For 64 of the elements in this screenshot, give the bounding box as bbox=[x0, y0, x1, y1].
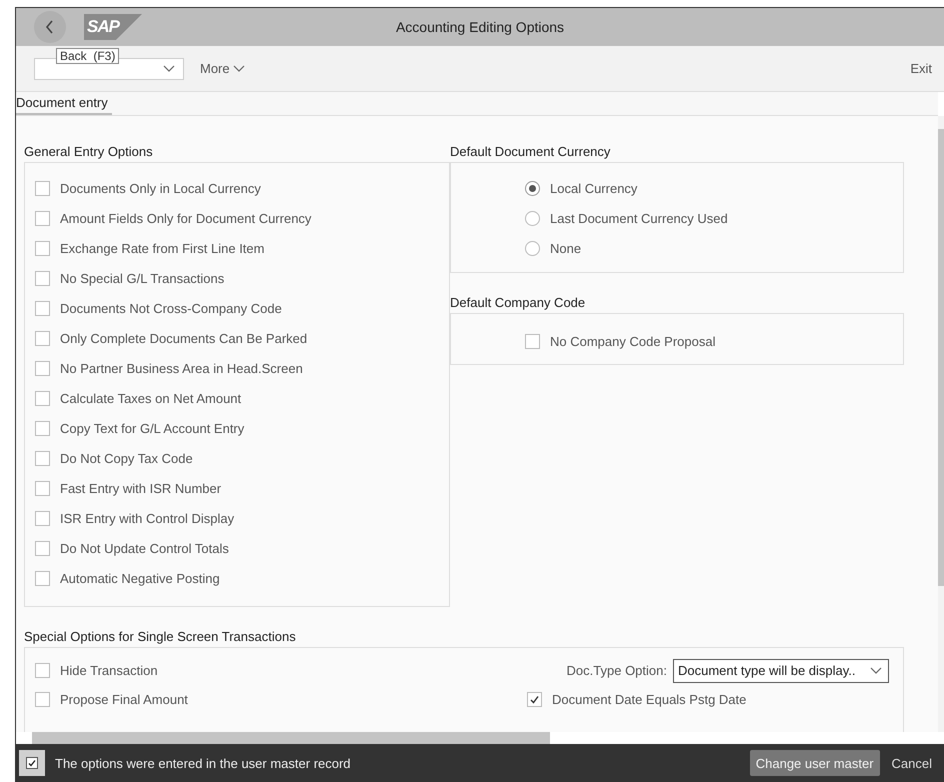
logo: SAP bbox=[84, 14, 142, 40]
section-title: General Entry Options bbox=[24, 143, 154, 161]
checkbox[interactable] bbox=[35, 390, 50, 406]
checkbox[interactable] bbox=[35, 360, 50, 376]
change-user-master-button[interactable]: Change user master bbox=[750, 750, 880, 776]
checkbox[interactable] bbox=[525, 334, 540, 348]
exit-button[interactable]: Exit bbox=[910, 61, 932, 76]
checkbox-label: No Partner Business Area in Head.Screen bbox=[60, 360, 303, 376]
field-label: Doc.Type Option: bbox=[566, 663, 667, 678]
checkbox[interactable] bbox=[35, 420, 50, 436]
checkbox[interactable] bbox=[35, 450, 50, 466]
checkbox[interactable] bbox=[35, 330, 50, 346]
chevron-down-icon bbox=[870, 666, 882, 674]
checkbox-label: Fast Entry with ISR Number bbox=[60, 480, 222, 496]
radio-label: None bbox=[550, 240, 582, 256]
checkbox[interactable] bbox=[35, 300, 50, 316]
checkbox[interactable] bbox=[35, 480, 50, 496]
checkbox[interactable] bbox=[527, 692, 542, 707]
checkbox-label: ISR Entry with Control Display bbox=[60, 510, 234, 526]
checkbox-label: Do Not Copy Tax Code bbox=[60, 450, 193, 466]
vertical-scrollbar[interactable] bbox=[938, 116, 944, 732]
checkbox[interactable] bbox=[35, 270, 50, 286]
chevron-down-icon bbox=[163, 64, 175, 72]
checkbox-label: Calculate Taxes on Net Amount bbox=[60, 390, 242, 406]
radio-label: Last Document Currency Used bbox=[550, 210, 728, 226]
checkbox-label: Exchange Rate from First Line Item bbox=[60, 240, 264, 256]
window-title: Accounting Editing Options bbox=[396, 19, 564, 35]
radio-button[interactable] bbox=[525, 180, 540, 196]
more-menu[interactable]: More bbox=[200, 61, 245, 76]
checkbox-label: Automatic Negative Posting bbox=[60, 570, 220, 586]
checkbox-label: Do Not Update Control Totals bbox=[60, 540, 229, 556]
checkbox[interactable] bbox=[35, 240, 50, 256]
checkbox-label: Documents Only in Local Currency bbox=[60, 180, 261, 196]
checkbox[interactable] bbox=[35, 570, 50, 586]
radio-button[interactable] bbox=[525, 240, 540, 256]
back-icon bbox=[45, 20, 55, 34]
section-title: Default Document Currency bbox=[450, 143, 612, 161]
checkbox-label: Amount Fields Only for Document Currency bbox=[60, 210, 312, 226]
section-title: Default Company Code bbox=[450, 294, 586, 312]
checkbox[interactable] bbox=[35, 663, 50, 678]
checkbox-label: Copy Text for G/L Account Entry bbox=[60, 420, 244, 436]
section-title: Special Options for Single Screen Transactions bbox=[24, 628, 297, 646]
back-button[interactable] bbox=[34, 11, 66, 43]
checkbox-label: No Special G/L Transactions bbox=[60, 270, 224, 286]
doc-type-dropdown[interactable]: Document type will be display.. bbox=[673, 658, 889, 682]
checkbox-label: No Company Code Proposal bbox=[550, 334, 716, 348]
checkbox[interactable] bbox=[35, 510, 50, 526]
checkbox-label: Only Complete Documents Can Be Parked bbox=[60, 330, 308, 346]
checkbox[interactable] bbox=[35, 692, 50, 707]
cancel-button[interactable]: Cancel bbox=[886, 750, 938, 776]
status-message: The options were entered in the user master record bbox=[55, 756, 351, 770]
checkbox-label: Documents Not Cross-Company Code bbox=[60, 300, 282, 316]
checkbox-label: Document Date Equals Pstg Date bbox=[552, 692, 746, 707]
checkbox[interactable] bbox=[35, 180, 50, 196]
checkbox-label: Hide Transaction bbox=[60, 663, 158, 678]
checkbox[interactable] bbox=[35, 540, 50, 556]
checkbox[interactable] bbox=[35, 210, 50, 226]
checkbox-label: Propose Final Amount bbox=[60, 692, 188, 707]
radio-label: Local Currency bbox=[550, 180, 638, 196]
radio-button[interactable] bbox=[525, 210, 540, 226]
tooltip: Back (F3) bbox=[56, 48, 120, 64]
check-icon bbox=[529, 694, 540, 705]
success-icon bbox=[19, 750, 45, 776]
chevron-down-icon bbox=[232, 64, 245, 72]
